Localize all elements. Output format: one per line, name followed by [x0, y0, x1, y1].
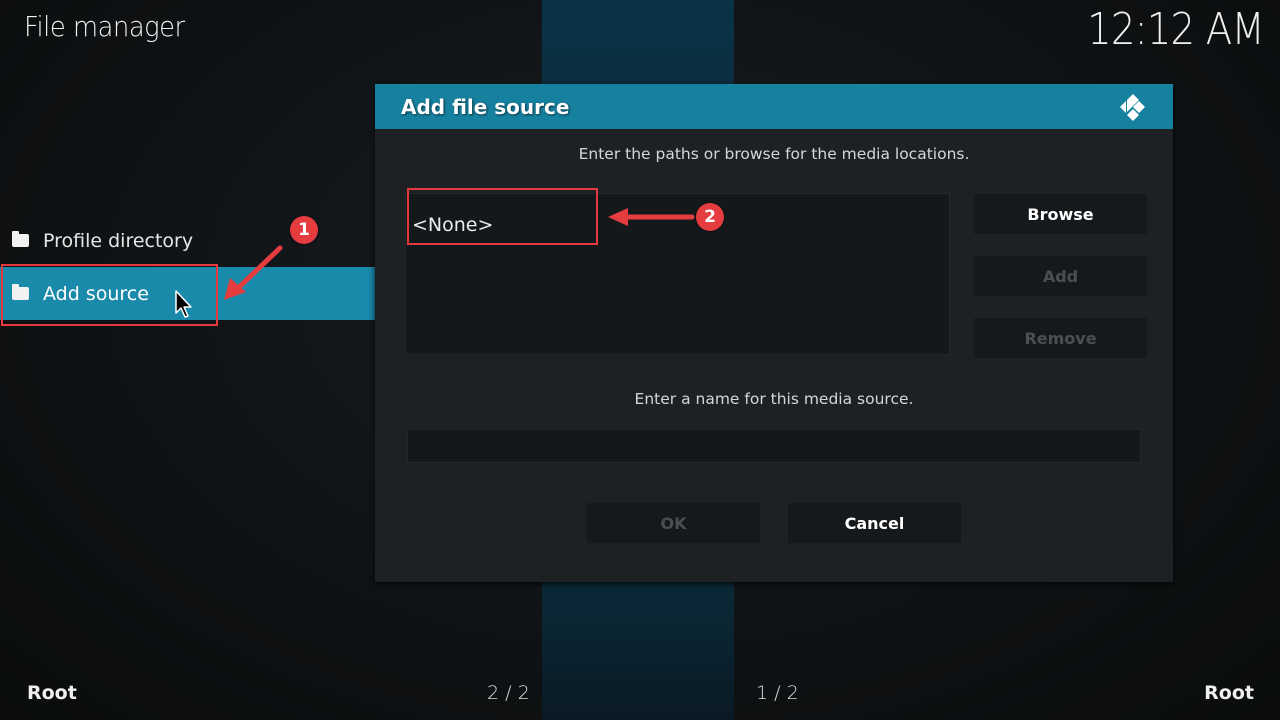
- list-item-profile-directory[interactable]: Profile directory: [0, 214, 375, 267]
- footer-location-right: Root: [1204, 682, 1254, 704]
- add-file-source-dialog: Add file source Enter the paths or brows…: [375, 84, 1173, 582]
- add-button[interactable]: Add: [974, 256, 1147, 296]
- remove-button[interactable]: Remove: [974, 318, 1147, 358]
- footer-page-left: 2 / 2: [487, 682, 530, 704]
- page-title: File manager: [24, 10, 185, 43]
- source-name-input[interactable]: [407, 429, 1141, 463]
- footer-location-left: Root: [27, 682, 77, 704]
- footer-page-right: 1 / 2: [756, 682, 799, 704]
- dialog-title: Add file source: [401, 94, 570, 119]
- list-item-label: Profile directory: [43, 229, 194, 252]
- cancel-button[interactable]: Cancel: [788, 503, 961, 543]
- mouse-cursor-icon: [175, 290, 192, 318]
- annotation-badge-2: 2: [696, 203, 724, 231]
- annotation-badge-1: 1: [290, 216, 318, 244]
- folder-icon: [12, 284, 29, 300]
- path-entry[interactable]: <None>: [412, 214, 493, 236]
- folder-icon: [12, 231, 29, 247]
- paths-hint: Enter the paths or browse for the media …: [578, 145, 970, 163]
- name-hint: Enter a name for this media source.: [634, 390, 914, 408]
- dialog-header: Add file source: [375, 84, 1173, 129]
- annotation-arrow-1-icon: [224, 245, 283, 300]
- kodi-logo-icon: [1120, 94, 1145, 121]
- ok-button[interactable]: OK: [587, 503, 760, 543]
- browse-button[interactable]: Browse: [974, 194, 1147, 234]
- clock: 12:12 AM: [1087, 4, 1265, 55]
- list-item-label: Add source: [43, 282, 149, 305]
- annotation-arrow-2-icon: [608, 208, 695, 226]
